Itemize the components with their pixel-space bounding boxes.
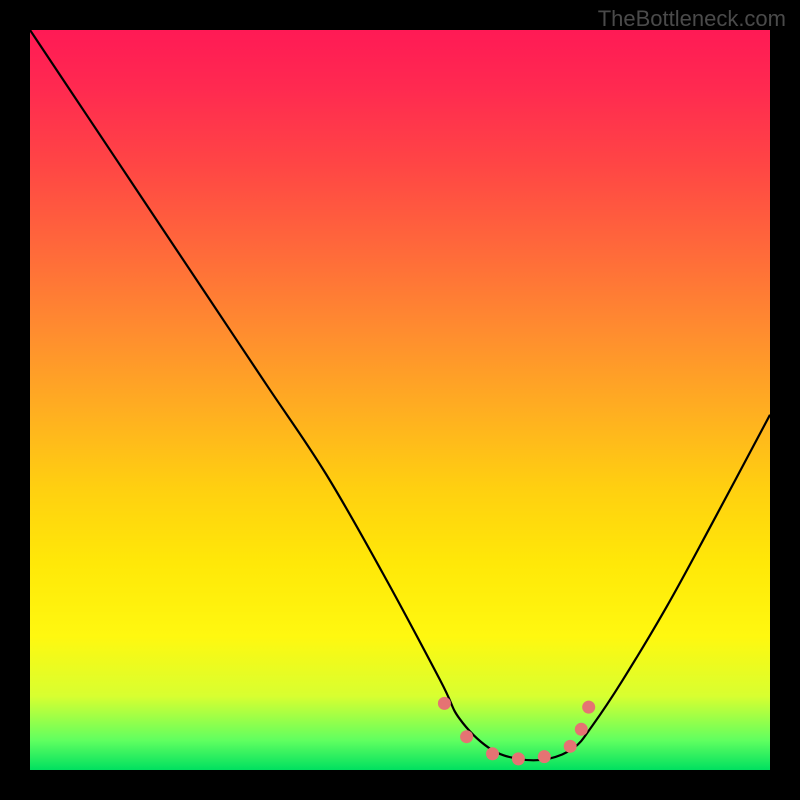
plot-area <box>30 30 770 770</box>
watermark-text: TheBottleneck.com <box>598 6 786 32</box>
gradient-background <box>30 30 770 770</box>
